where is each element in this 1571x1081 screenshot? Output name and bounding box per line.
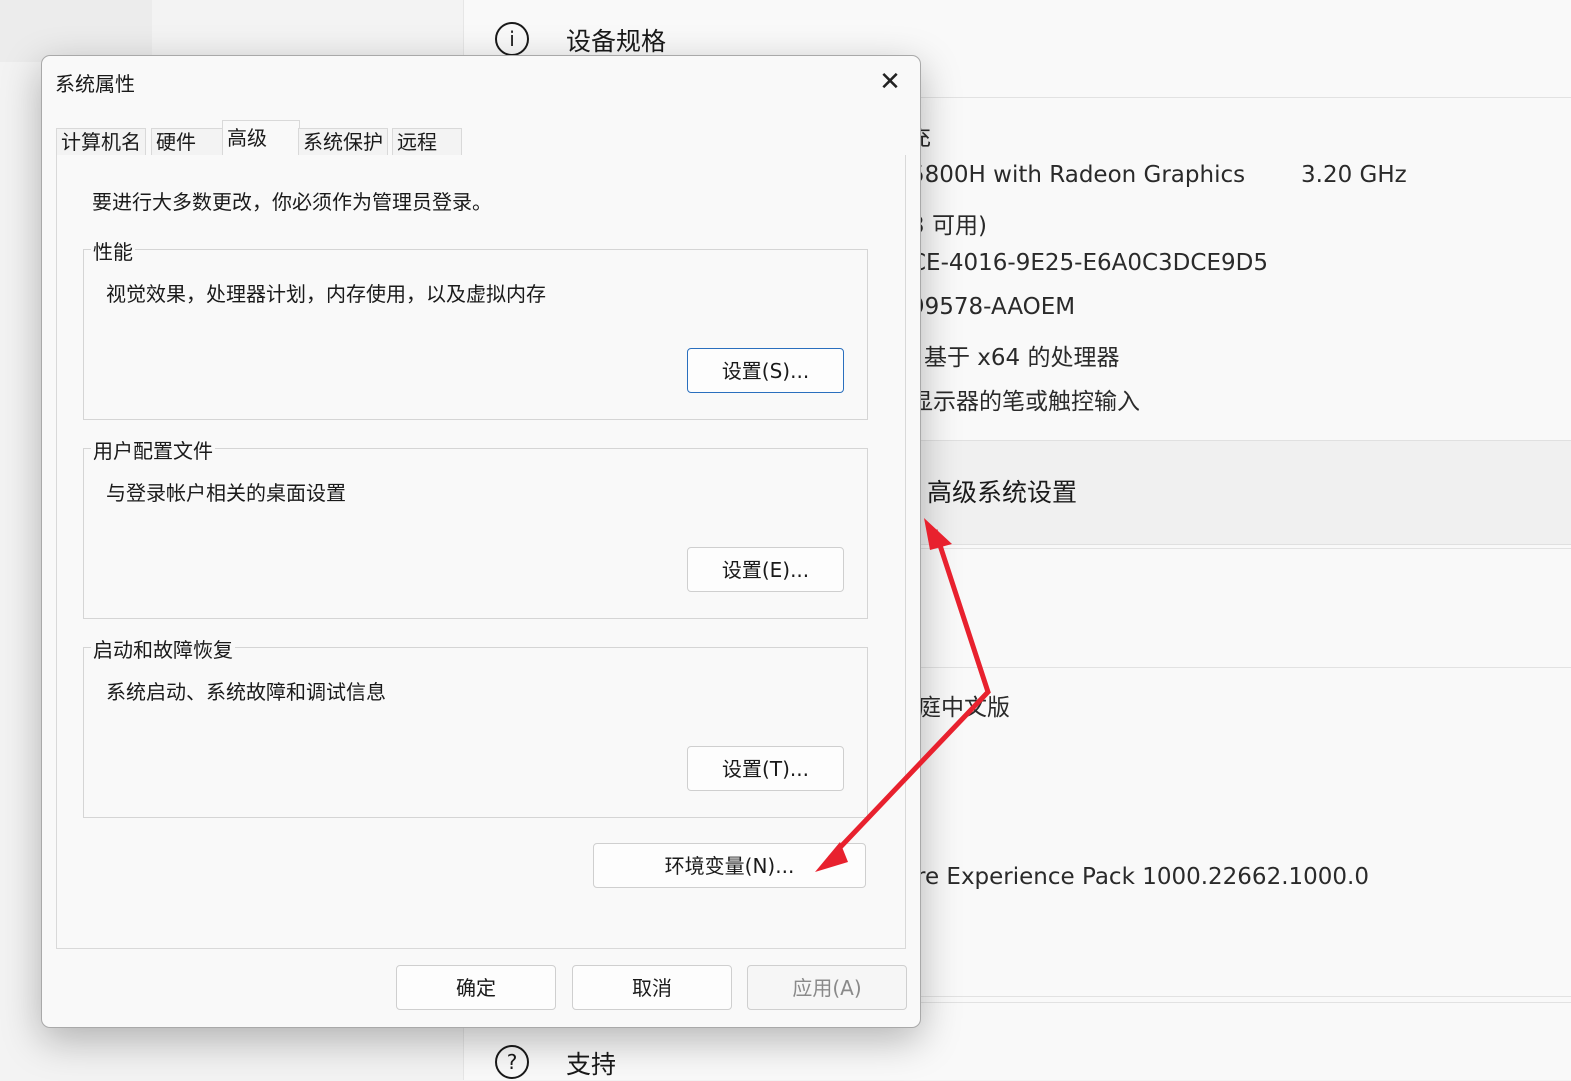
arrow-head-up — [924, 518, 952, 550]
arrow-line — [828, 529, 991, 860]
annotation-arrow — [815, 518, 991, 872]
